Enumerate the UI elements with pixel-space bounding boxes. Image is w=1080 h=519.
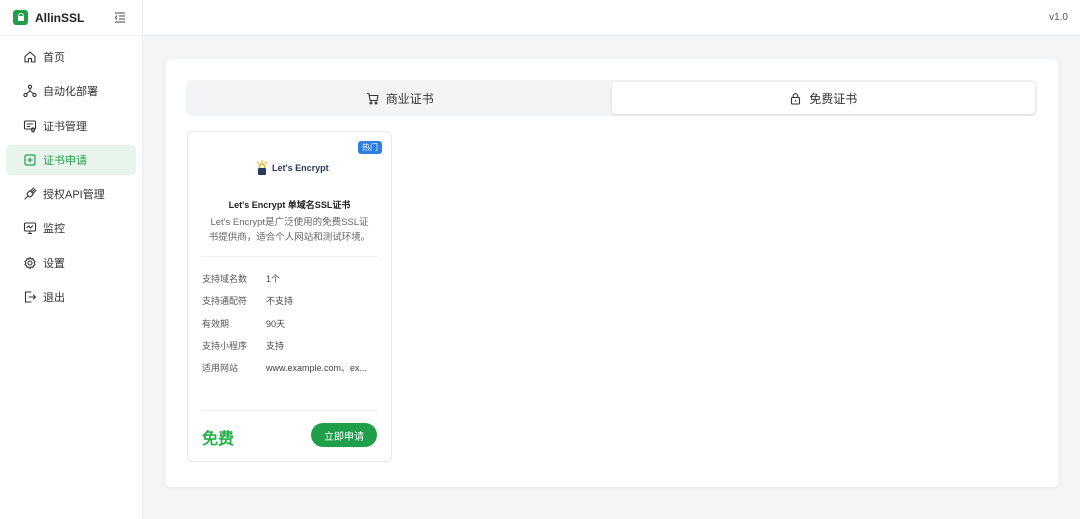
add-square-icon: [24, 154, 36, 166]
sidebar-item-monitor[interactable]: 监控: [6, 213, 136, 243]
sidebar-item-auto-deploy[interactable]: 自动化部署: [6, 76, 136, 106]
spec-label: 支持域名数: [202, 274, 248, 284]
cert-title: Let's Encrypt 单域名SSL证书: [228, 200, 351, 210]
tab-label: 免费证书: [809, 91, 858, 106]
spec-row: 有效期 90天: [202, 317, 382, 339]
spec-label: 支持小程序: [202, 340, 248, 351]
hot-badge: 热门: [358, 141, 382, 154]
cert-card: 热门 Let's Encrypt Let's Encrypt 单域名SSL证书 …: [187, 131, 392, 462]
spec-label: 有效期: [202, 318, 230, 329]
sidebar-item-label: 自动化部署: [43, 86, 98, 99]
cert-type-tabs: 商业证书 免费证书: [186, 80, 1037, 116]
spec-list: 支持域名数 1个 支持通配符 不支持 有效期 90天 支持小程序 支持 适用网站…: [202, 272, 382, 383]
menu-collapse-icon[interactable]: [114, 11, 126, 23]
sidebar-item-cert-management[interactable]: 证书管理: [6, 111, 136, 141]
sidebar-item-label: 证书管理: [43, 120, 87, 133]
main-panel: 商业证书 免费证书 热门 Let's Encrypt Let's Encrypt…: [165, 59, 1059, 487]
sidebar-item-api-management[interactable]: 授权API管理: [6, 179, 136, 209]
lets-encrypt-logo: Let's Encrypt: [255, 160, 329, 176]
spec-row: 支持小程序 支持: [202, 339, 382, 361]
spec-value: 1个: [266, 274, 281, 284]
monitor-icon: [23, 222, 37, 235]
top-bar: v1.0: [143, 0, 1080, 36]
spec-value: www.example.com、ex...: [266, 363, 368, 374]
spec-row: 适用网站 www.example.com、ex...: [202, 361, 382, 383]
lock-icon: [791, 92, 801, 105]
sidebar-item-cert-apply[interactable]: 证书申请: [6, 144, 136, 175]
divider: [201, 410, 378, 411]
lets-encrypt-lock-icon: [257, 160, 267, 175]
sidebar-menu: 首页 自动化部署 证书管理 证书申请 授权API管理 监控 设置 退出: [0, 36, 142, 312]
sidebar-item-label: 设置: [43, 257, 65, 270]
spec-value: 90天: [266, 318, 286, 329]
logo-text: Let's Encrypt: [272, 163, 329, 173]
app-name: AllinSSL: [35, 10, 85, 25]
sidebar: AllinSSL 首页 自动化部署 证书管理 证书申请 授权API管理 监控 设…: [0, 0, 143, 519]
cert-description: Let's Encrypt是广泛使用的免费SSL证书提供商，适合个人网站和测试环…: [208, 217, 371, 243]
logout-icon: [24, 291, 37, 303]
tab-commercial-cert[interactable]: 商业证书: [188, 82, 612, 114]
cart-icon: [366, 92, 379, 104]
sidebar-item-label: 监控: [43, 223, 65, 236]
sidebar-item-label: 授权API管理: [43, 189, 105, 202]
spec-value: 支持: [266, 340, 285, 351]
sidebar-item-logout[interactable]: 退出: [6, 282, 136, 312]
spec-label: 支持通配符: [202, 296, 248, 307]
sidebar-item-home[interactable]: 首页: [6, 42, 136, 72]
spec-row: 支持通配符 不支持: [202, 294, 382, 316]
divider: [201, 256, 378, 257]
certificate-icon: [23, 120, 37, 133]
spec-value: 不支持: [266, 296, 294, 307]
sidebar-item-label: 首页: [43, 52, 65, 64]
workflow-icon: [23, 84, 37, 98]
sidebar-item-label: 退出: [43, 292, 65, 305]
price-label: 免费: [202, 431, 235, 448]
spec-row: 支持域名数 1个: [202, 272, 382, 294]
tab-free-cert[interactable]: 免费证书: [611, 82, 1035, 114]
tab-label: 商业证书: [385, 91, 434, 106]
home-icon: [24, 51, 36, 63]
sidebar-item-settings[interactable]: 设置: [6, 248, 136, 278]
version-label: v1.0: [1049, 12, 1068, 23]
spec-label: 适用网站: [202, 363, 239, 374]
allinssl-logo-icon: [13, 10, 28, 25]
gear-icon: [24, 256, 36, 270]
api-plug-icon: [24, 187, 37, 200]
apply-now-button[interactable]: 立即申请: [311, 423, 377, 447]
sidebar-item-label: 证书申请: [43, 154, 87, 167]
